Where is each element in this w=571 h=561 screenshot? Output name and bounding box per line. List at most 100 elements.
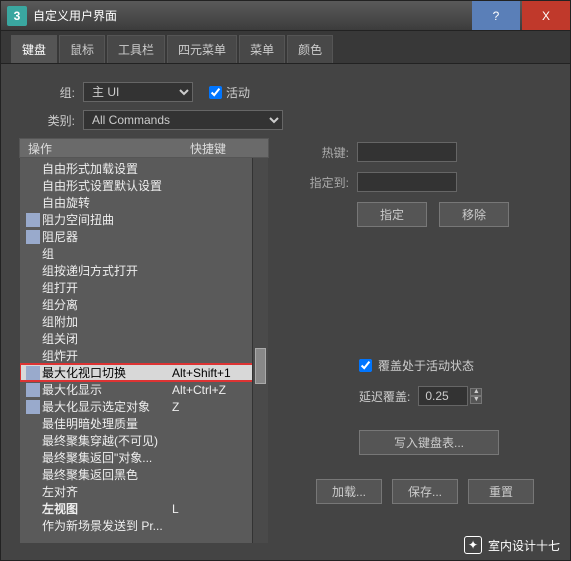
action-list[interactable]: 自由形式加载设置自由形式设置默认设置自由旋转阻力空间扭曲阻尼器组组按递归方式打开…	[19, 158, 269, 544]
list-item[interactable]: 组关闭	[20, 330, 268, 347]
item-icon	[26, 179, 40, 193]
item-icon	[26, 434, 40, 448]
list-item[interactable]: 组	[20, 245, 268, 262]
item-label: 最终聚集穿越(不可见)	[42, 432, 172, 449]
item-label: 最佳明暗处理质量	[42, 415, 172, 432]
list-item[interactable]: 组打开	[20, 279, 268, 296]
tab-2[interactable]: 工具栏	[107, 35, 165, 63]
scroll-thumb[interactable]	[255, 348, 266, 384]
group-select[interactable]: 主 UI	[83, 82, 193, 102]
load-button[interactable]: 加载...	[316, 479, 382, 504]
list-item[interactable]: 最大化显示Alt+Ctrl+Z	[20, 381, 268, 398]
watermark: ✦ 室内设计十七	[464, 536, 560, 554]
item-label: 左视图	[42, 500, 172, 517]
list-item[interactable]: 自由旋转	[20, 194, 268, 211]
item-label: 组按递归方式打开	[42, 262, 172, 279]
item-icon	[26, 315, 40, 329]
item-label: 组炸开	[42, 347, 172, 364]
hotkey-label: 热键:	[289, 144, 349, 161]
tab-0[interactable]: 键盘	[11, 35, 57, 63]
list-item[interactable]: 自由形式设置默认设置	[20, 177, 268, 194]
tab-5[interactable]: 颜色	[287, 35, 333, 63]
override-checkbox[interactable]	[359, 359, 372, 372]
item-icon	[26, 162, 40, 176]
item-shortcut: L	[172, 502, 250, 516]
list-item[interactable]: 组附加	[20, 313, 268, 330]
list-item[interactable]: 作为新场景发送到 Pr...	[20, 517, 268, 534]
list-item[interactable]: 组按递归方式打开	[20, 262, 268, 279]
delay-value[interactable]: 0.25	[418, 386, 468, 406]
item-label: 组附加	[42, 313, 172, 330]
write-keyboard-button[interactable]: 写入键盘表...	[359, 430, 499, 455]
assigned-input[interactable]	[357, 172, 457, 192]
window-title: 自定义用户界面	[33, 7, 470, 24]
category-label: 类别:	[19, 112, 75, 129]
list-item[interactable]: 阻力空间扭曲	[20, 211, 268, 228]
list-header: 操作 快捷键	[19, 138, 269, 158]
category-select[interactable]: All Commands	[83, 110, 283, 130]
item-label: 最大化显示	[42, 381, 172, 398]
item-label: 自由旋转	[42, 194, 172, 211]
list-item[interactable]: 左对齐	[20, 483, 268, 500]
delay-label: 延迟覆盖:	[359, 388, 410, 405]
item-icon	[26, 264, 40, 278]
col-shortcut[interactable]: 快捷键	[190, 140, 268, 157]
close-button[interactable]: X	[522, 1, 570, 30]
item-label: 作为新场景发送到 Pr...	[42, 517, 172, 534]
item-label: 最终聚集返回黑色	[42, 466, 172, 483]
item-shortcut: Alt+Ctrl+Z	[172, 383, 250, 397]
item-icon	[26, 502, 40, 516]
item-label: 最大化视口切换	[42, 364, 172, 381]
watermark-text: 室内设计十七	[488, 537, 560, 554]
item-icon	[26, 332, 40, 346]
list-item[interactable]: 最佳明暗处理质量	[20, 415, 268, 432]
reset-button[interactable]: 重置	[468, 479, 534, 504]
col-action[interactable]: 操作	[20, 140, 190, 157]
list-item[interactable]: 最终聚集返回黑色	[20, 466, 268, 483]
list-item[interactable]: 最大化显示选定对象Z	[20, 398, 268, 415]
item-shortcut: Z	[172, 400, 250, 414]
item-icon	[26, 366, 40, 380]
scrollbar[interactable]	[252, 158, 268, 543]
active-label: 活动	[226, 84, 250, 101]
assign-button[interactable]: 指定	[357, 202, 427, 227]
item-shortcut: Alt+Shift+1	[172, 366, 250, 380]
active-checkbox[interactable]	[209, 86, 222, 99]
list-item[interactable]: 最大化视口切换Alt+Shift+1	[20, 364, 268, 381]
item-icon	[26, 417, 40, 431]
spin-down[interactable]: ▼	[470, 396, 482, 404]
help-button[interactable]: ?	[472, 1, 520, 30]
list-item[interactable]: 组炸开	[20, 347, 268, 364]
item-label: 组打开	[42, 279, 172, 296]
item-label: 阻尼器	[42, 228, 172, 245]
list-item[interactable]: 最终聚集穿越(不可见)	[20, 432, 268, 449]
tab-1[interactable]: 鼠标	[59, 35, 105, 63]
list-item[interactable]: 阻尼器	[20, 228, 268, 245]
item-icon	[26, 383, 40, 397]
item-label: 自由形式加载设置	[42, 160, 172, 177]
list-item[interactable]: 最终聚集返回"对象...	[20, 449, 268, 466]
item-icon	[26, 468, 40, 482]
hotkey-input[interactable]	[357, 142, 457, 162]
item-icon	[26, 213, 40, 227]
list-item[interactable]: 组分离	[20, 296, 268, 313]
item-label: 最终聚集返回"对象...	[42, 449, 172, 466]
override-label: 覆盖处于活动状态	[378, 357, 474, 374]
item-icon	[26, 519, 40, 533]
item-label: 左对齐	[42, 483, 172, 500]
remove-button[interactable]: 移除	[439, 202, 509, 227]
item-label: 组关闭	[42, 330, 172, 347]
assigned-label: 指定到:	[289, 174, 349, 191]
group-label: 组:	[19, 84, 75, 101]
item-icon	[26, 485, 40, 499]
spin-up[interactable]: ▲	[470, 388, 482, 396]
tab-3[interactable]: 四元菜单	[167, 35, 237, 63]
save-button[interactable]: 保存...	[392, 479, 458, 504]
item-icon	[26, 230, 40, 244]
item-label: 阻力空间扭曲	[42, 211, 172, 228]
item-icon	[26, 247, 40, 261]
list-item[interactable]: 左视图L	[20, 500, 268, 517]
tab-4[interactable]: 菜单	[239, 35, 285, 63]
item-icon	[26, 298, 40, 312]
list-item[interactable]: 自由形式加载设置	[20, 160, 268, 177]
